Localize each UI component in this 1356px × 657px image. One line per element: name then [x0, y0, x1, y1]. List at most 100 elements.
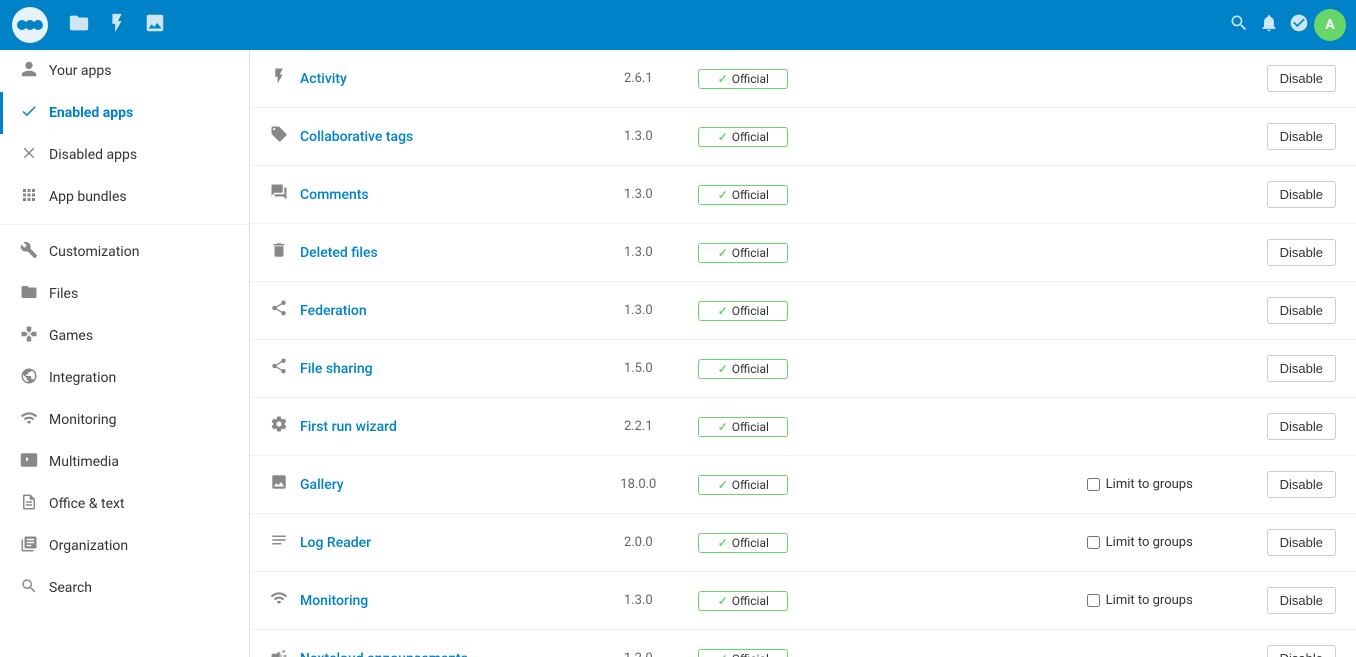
app-name-collaborative-tags[interactable]: Collaborative tags — [300, 129, 598, 145]
account-nav-icon[interactable] — [1284, 8, 1314, 43]
search-icon — [19, 577, 39, 599]
app-name-gallery[interactable]: Gallery — [300, 477, 598, 493]
sidebar-item-enabled-apps[interactable]: Enabled apps — [0, 92, 249, 134]
org-icon — [19, 535, 39, 557]
wrench-icon — [19, 241, 39, 263]
top-navbar: A — [0, 0, 1356, 50]
app-version-file-sharing: 1.5.0 — [598, 361, 678, 376]
monitor-icon — [19, 409, 39, 431]
notifications-nav-icon[interactable] — [1254, 8, 1284, 43]
official-badge-first-run-wizard: ✓Official — [698, 417, 788, 437]
sidebar-item-your-apps-label: Your apps — [49, 63, 111, 79]
sidebar-item-search-label: Search — [49, 580, 92, 596]
app-row-deleted-files: Deleted files 1.3.0 ✓Official Disable — [250, 224, 1356, 282]
sidebar-item-files[interactable]: Files — [0, 273, 249, 315]
limit-to-groups-gallery[interactable]: Limit to groups — [1087, 477, 1267, 492]
official-badge-comments: ✓Official — [698, 185, 788, 205]
limit-checkbox-log-reader[interactable] — [1087, 536, 1100, 549]
integration-icon — [19, 367, 39, 389]
user-avatar[interactable]: A — [1314, 9, 1346, 41]
app-icon-gallery — [270, 473, 300, 496]
gamepad-icon — [19, 325, 39, 347]
limit-checkbox-monitoring[interactable] — [1087, 594, 1100, 607]
activity-nav-icon[interactable] — [106, 12, 128, 39]
app-name-activity[interactable]: Activity — [300, 71, 598, 87]
app-icon-log-reader — [270, 531, 300, 554]
app-name-nextcloud-announcements[interactable]: Nextcloud announcements — [300, 651, 598, 657]
sidebar-item-disabled-apps[interactable]: Disabled apps — [0, 134, 249, 176]
disable-button-deleted-files[interactable]: Disable — [1267, 239, 1336, 266]
limit-to-groups-log-reader[interactable]: Limit to groups — [1087, 535, 1267, 550]
app-version-collaborative-tags: 1.3.0 — [598, 129, 678, 144]
disable-button-first-run-wizard[interactable]: Disable — [1267, 413, 1336, 440]
sidebar-item-monitoring[interactable]: Monitoring — [0, 399, 249, 441]
sidebar-item-disabled-apps-label: Disabled apps — [49, 147, 137, 163]
app-list-content: Activity 2.6.1 ✓Official Disable Collabo… — [250, 50, 1356, 657]
app-row-file-sharing: File sharing 1.5.0 ✓Official Disable — [250, 340, 1356, 398]
nextcloud-logo[interactable] — [10, 5, 50, 45]
sidebar-item-games-label: Games — [49, 328, 93, 344]
limit-checkbox-gallery[interactable] — [1087, 478, 1100, 491]
app-version-monitoring: 1.3.0 — [598, 593, 678, 608]
official-badge-collaborative-tags: ✓Official — [698, 127, 788, 147]
search-nav-icon[interactable] — [1224, 8, 1254, 43]
app-name-federation[interactable]: Federation — [300, 303, 598, 319]
sidebar-item-organization[interactable]: Organization — [0, 525, 249, 567]
sidebar-item-organization-label: Organization — [49, 538, 128, 554]
sidebar-item-app-bundles-label: App bundles — [49, 189, 127, 205]
app-version-gallery: 18.0.0 — [598, 477, 678, 492]
disable-button-monitoring[interactable]: Disable — [1267, 587, 1336, 614]
app-version-log-reader: 2.0.0 — [598, 535, 678, 550]
app-name-comments[interactable]: Comments — [300, 187, 598, 203]
sidebar-item-monitoring-label: Monitoring — [49, 412, 117, 428]
folder-nav-icon[interactable] — [68, 12, 90, 39]
sidebar-item-multimedia-label: Multimedia — [49, 454, 119, 470]
app-row-federation: Federation 1.3.0 ✓Official Disable — [250, 282, 1356, 340]
app-icon-collaborative-tags — [270, 125, 300, 148]
official-badge-gallery: ✓Official — [698, 475, 788, 495]
disable-button-file-sharing[interactable]: Disable — [1267, 355, 1336, 382]
gallery-nav-icon[interactable] — [144, 12, 166, 39]
official-badge-federation: ✓Official — [698, 301, 788, 321]
app-icon-comments — [270, 183, 300, 206]
app-name-first-run-wizard[interactable]: First run wizard — [300, 419, 598, 435]
sidebar-item-office-text-label: Office & text — [49, 496, 125, 512]
app-row-nextcloud-announcements: Nextcloud announcements 1.2.0 ✓Official … — [250, 630, 1356, 657]
app-icon-federation — [270, 299, 300, 322]
disable-button-nextcloud-announcements[interactable]: Disable — [1267, 645, 1336, 657]
official-badge-log-reader: ✓Official — [698, 533, 788, 553]
app-name-deleted-files[interactable]: Deleted files — [300, 245, 598, 261]
limit-to-groups-monitoring[interactable]: Limit to groups — [1087, 593, 1267, 608]
folder-icon — [19, 283, 39, 305]
sidebar-item-office-text[interactable]: Office & text — [0, 483, 249, 525]
app-name-monitoring[interactable]: Monitoring — [300, 593, 598, 609]
sidebar-item-multimedia[interactable]: Multimedia — [0, 441, 249, 483]
app-row-log-reader: Log Reader 2.0.0 ✓Official Limit to grou… — [250, 514, 1356, 572]
sidebar-item-search[interactable]: Search — [0, 567, 249, 609]
sidebar-item-app-bundles[interactable]: App bundles — [0, 176, 249, 218]
disable-button-comments[interactable]: Disable — [1267, 181, 1336, 208]
sidebar-item-customization[interactable]: Customization — [0, 231, 249, 273]
app-row-collaborative-tags: Collaborative tags 1.3.0 ✓Official Disab… — [250, 108, 1356, 166]
app-row-activity: Activity 2.6.1 ✓Official Disable — [250, 50, 1356, 108]
sidebar-item-games[interactable]: Games — [0, 315, 249, 357]
disable-button-federation[interactable]: Disable — [1267, 297, 1336, 324]
app-version-nextcloud-announcements: 1.2.0 — [598, 651, 678, 657]
sidebar-item-integration[interactable]: Integration — [0, 357, 249, 399]
app-icon-first-run-wizard — [270, 415, 300, 438]
sidebar-item-your-apps[interactable]: Your apps — [0, 50, 249, 92]
disable-button-log-reader[interactable]: Disable — [1267, 529, 1336, 556]
disable-button-collaborative-tags[interactable]: Disable — [1267, 123, 1336, 150]
app-name-file-sharing[interactable]: File sharing — [300, 361, 598, 377]
sidebar-item-enabled-apps-label: Enabled apps — [49, 105, 133, 121]
app-version-comments: 1.3.0 — [598, 187, 678, 202]
app-name-log-reader[interactable]: Log Reader — [300, 535, 598, 551]
sidebar-item-integration-label: Integration — [49, 370, 116, 386]
app-version-deleted-files: 1.3.0 — [598, 245, 678, 260]
app-row-comments: Comments 1.3.0 ✓Official Disable — [250, 166, 1356, 224]
app-version-first-run-wizard: 2.2.1 — [598, 419, 678, 434]
disable-button-activity[interactable]: Disable — [1267, 65, 1336, 92]
app-icon-activity — [270, 67, 300, 90]
grid-icon — [19, 186, 39, 208]
disable-button-gallery[interactable]: Disable — [1267, 471, 1336, 498]
